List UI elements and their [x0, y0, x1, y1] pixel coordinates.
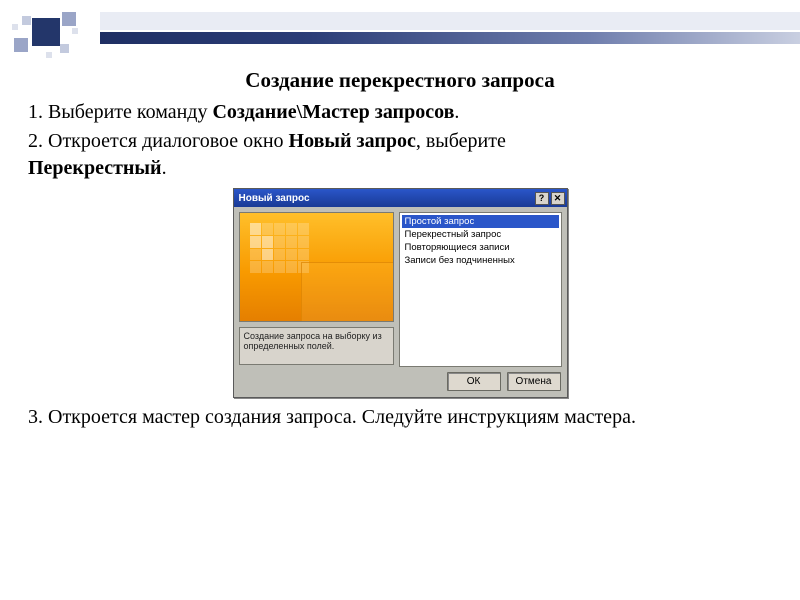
page-title: Создание перекрестного запроса: [28, 68, 772, 93]
list-item[interactable]: Перекрестный запрос: [402, 228, 559, 241]
step-1: 1. Выберите команду Создание\Мастер запр…: [28, 99, 772, 126]
slide: Создание перекрестного запроса 1. Выбери…: [0, 0, 800, 600]
corner-decoration: [10, 10, 100, 65]
step-1-command: Создание\Мастер запросов: [212, 101, 454, 123]
query-preview-image: [239, 212, 394, 322]
dialog-left-pane: Создание запроса на выборку из определен…: [239, 212, 394, 367]
query-description: Создание запроса на выборку из определен…: [239, 327, 394, 365]
step-2-option-name: Перекрестный: [28, 157, 162, 179]
content: Создание перекрестного запроса 1. Выбери…: [28, 68, 772, 433]
step-3: 3. Откроется мастер создания запроса. Сл…: [28, 404, 772, 431]
close-button[interactable]: ✕: [551, 192, 565, 205]
step-2-dialog-name: Новый запрос: [289, 130, 416, 152]
new-query-dialog: Новый запрос ? ✕: [233, 188, 568, 398]
step-2-mid: , выберите: [416, 130, 506, 152]
help-button[interactable]: ?: [535, 192, 549, 205]
list-item[interactable]: Повторяющиеся записи: [402, 241, 559, 254]
dialog-screenshot: Новый запрос ? ✕: [28, 188, 772, 398]
step-2-prefix: 2. Откроется диалоговое окно: [28, 130, 289, 152]
dialog-titlebar: Новый запрос ? ✕: [234, 189, 567, 207]
preview-grid-icon: [250, 223, 310, 273]
ok-button[interactable]: ОК: [447, 372, 501, 391]
header-stripe-pale: [100, 12, 800, 30]
step-1-suffix: .: [454, 101, 459, 123]
dialog-body: Создание запроса на выборку из определен…: [234, 207, 567, 372]
step-2: 2. Откроется диалоговое окно Новый запро…: [28, 128, 772, 182]
header-stripe: [100, 32, 800, 44]
step-2-suffix: .: [162, 157, 167, 179]
list-item[interactable]: Простой запрос: [402, 215, 559, 228]
dialog-title-text: Новый запрос: [239, 193, 533, 204]
cancel-button[interactable]: Отмена: [507, 372, 561, 391]
dialog-footer: ОК Отмена: [234, 372, 567, 397]
step-1-prefix: 1. Выберите команду: [28, 101, 212, 123]
list-item[interactable]: Записи без подчиненных: [402, 254, 559, 267]
query-type-list[interactable]: Простой запрос Перекрестный запрос Повто…: [399, 212, 562, 367]
